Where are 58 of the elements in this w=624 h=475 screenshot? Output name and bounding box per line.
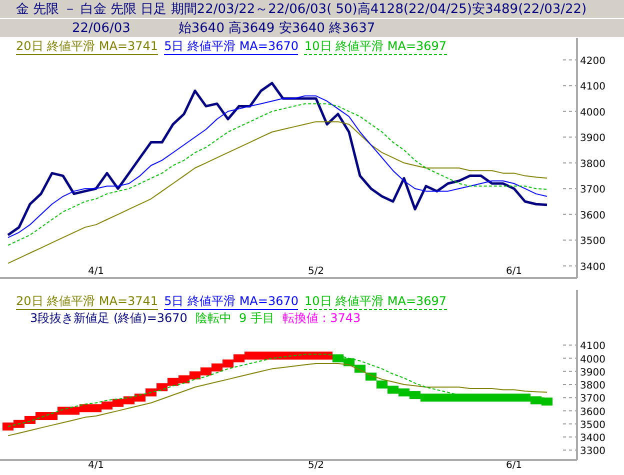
axis-label: 3800 — [580, 380, 606, 392]
price-brick — [146, 388, 156, 396]
axis-label: 3300 — [580, 446, 606, 458]
price-brick — [156, 383, 168, 392]
axis-label: 6/1 — [506, 460, 522, 471]
axis-label: 3700 — [580, 394, 606, 405]
axis-label: 5/2 — [308, 460, 324, 471]
price-brick — [234, 354, 244, 362]
status-text: 転換値 : 3743 — [282, 310, 361, 326]
price-brick — [14, 420, 24, 428]
price-brick — [222, 360, 234, 368]
status-text: 陰転中 9 手目 — [195, 310, 274, 326]
price-brick — [190, 371, 200, 380]
axis-label: 4200 — [580, 56, 606, 67]
axis-label: 3500 — [580, 236, 606, 248]
axis-label: 3500 — [580, 420, 606, 431]
axis-label: 4000 — [580, 107, 606, 118]
axis-label: 5/2 — [308, 266, 324, 277]
axis-label: 3600 — [580, 210, 606, 222]
price-brick — [212, 363, 222, 372]
axis-label: 3400 — [580, 262, 606, 273]
price-brick — [46, 412, 58, 420]
axis-label: 4100 — [580, 341, 606, 352]
price-brick — [2, 422, 14, 431]
chart-title: 金 先限 － 白金 先限 日足 期間22/03/22～22/06/03( 50)高4128(22/04/25)安3489(22/03/22) — [16, 1, 587, 18]
price-brick — [24, 416, 36, 424]
ohlc-values: 始3640 高3649 安3640 終3637 — [178, 20, 376, 37]
price-brick — [134, 394, 146, 402]
price-brick — [168, 378, 178, 386]
legend-label: 20日 終値平滑 MA=3741 — [16, 39, 158, 55]
price-brick — [322, 352, 332, 360]
axis-label: 3900 — [580, 367, 606, 378]
price-brick — [332, 354, 344, 362]
legend-label: 5日 終値平滑 MA=3670 — [164, 39, 298, 55]
legend-label: 20日 終値平滑 MA=3741 — [16, 294, 158, 310]
legend-label: 10日 終値平滑 MA=3697 — [304, 294, 447, 310]
axis-label: 4/1 — [88, 460, 104, 471]
legend-label: 5日 終値平滑 MA=3670 — [164, 294, 298, 310]
axis-label: 4000 — [580, 354, 606, 366]
price-brick — [58, 406, 68, 415]
price-brick — [542, 398, 552, 406]
price-brick — [200, 367, 212, 376]
price-brick — [124, 396, 134, 404]
axis-label: 3400 — [580, 433, 606, 444]
axis-label: 3900 — [580, 133, 606, 144]
axis-label: 6/1 — [506, 266, 522, 277]
axis-label: 4100 — [580, 82, 606, 93]
legend-label: 10日 終値平滑 MA=3697 — [304, 39, 447, 55]
price-brick — [178, 375, 190, 384]
status-text: 3段抜き新値足 (終値)=3670 — [30, 310, 188, 326]
axis-label: 4/1 — [88, 266, 104, 277]
price-brick — [388, 386, 398, 394]
price-brick — [36, 412, 46, 420]
axis-label: 3700 — [580, 184, 606, 196]
date-label: 22/06/03 — [72, 20, 130, 36]
axis-label: 3600 — [580, 406, 606, 418]
axis-label: 3800 — [580, 158, 606, 170]
price-brick — [376, 380, 388, 389]
